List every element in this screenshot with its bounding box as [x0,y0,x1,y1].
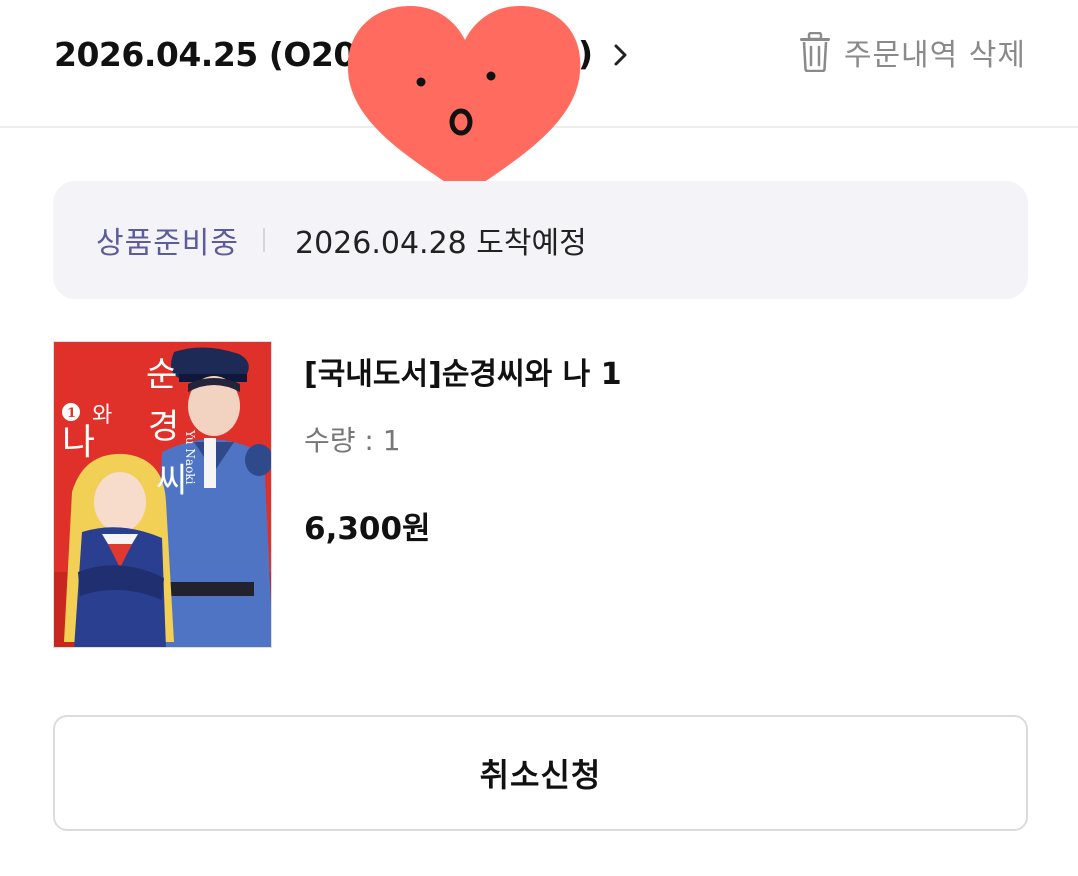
product-price: 6,300원 [304,511,431,547]
cover-title-char: 경 [148,407,179,447]
trash-icon [799,32,830,72]
cover-author: Yu Naoki [183,429,197,485]
cover-title-char: 나 [62,422,95,463]
product-cover-image[interactable]: 순 경 씨 와 나 1 Yu Naoki [53,341,272,648]
delivery-status-box: 상품준비중 2026.04.28 도착예정 [53,181,1028,299]
cover-volume-number: 1 [67,406,76,421]
order-date: 2026.04.25 (O20 [54,34,356,74]
product-quantity: 수량 : 1 [304,424,401,457]
estimated-arrival: 2026.04.28 도착예정 [295,226,587,261]
cover-title-char: 씨 [156,461,187,501]
chevron-right-icon[interactable] [606,40,636,70]
heart-face-sticker [347,6,581,196]
delete-order-history-label: 주문내역 삭제 [843,38,1026,73]
status-divider [263,228,265,252]
cancel-request-button[interactable]: 취소신청 [53,715,1028,831]
order-status-label: 상품준비중 [96,226,239,261]
order-date-link[interactable]: 2026.04.25 (O20 [54,28,356,80]
product-title[interactable]: [국내도서]순경씨와 나 1 [304,349,622,393]
product-item[interactable]: 순 경 씨 와 나 1 Yu Naoki [국내도서]순경씨와 나 1 수량 :… [53,341,1028,651]
cover-title-char: 순 [146,355,177,395]
book-cover-art: 순 경 씨 와 나 1 Yu Naoki [54,342,271,647]
delete-order-history-button[interactable]: 주문내역 삭제 [798,28,1026,76]
